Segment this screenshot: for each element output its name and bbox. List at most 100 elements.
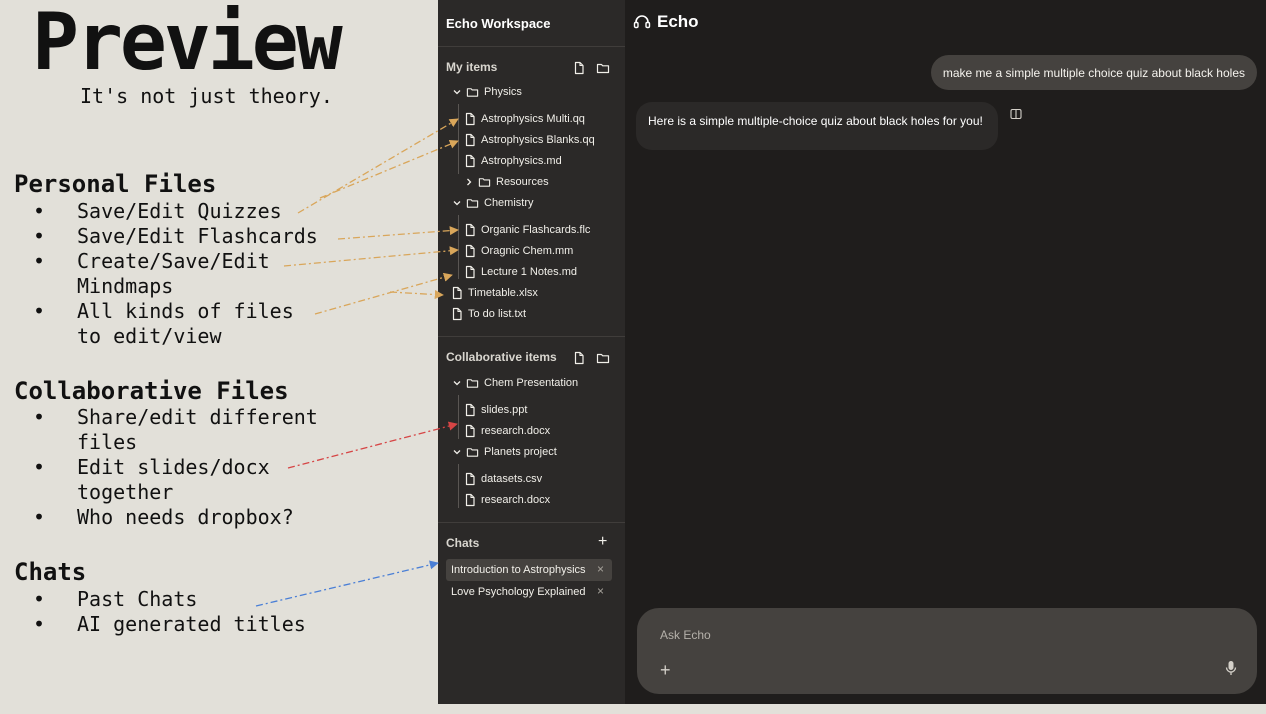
file-research-docx-planets[interactable]: research.docx <box>464 491 550 509</box>
bullet-item: Edit slides/docx together <box>30 455 277 505</box>
chevron-down-icon <box>452 198 462 208</box>
assistant-message-bubble: Here is a simple multiple-choice quiz ab… <box>636 102 998 150</box>
chevron-down-icon <box>452 87 462 97</box>
file-label: Astrophysics Multi.qq <box>481 113 585 125</box>
new-file-icon[interactable] <box>572 61 586 75</box>
file-icon <box>464 424 476 438</box>
close-icon[interactable]: × <box>597 584 604 598</box>
new-folder-icon[interactable] <box>596 61 610 75</box>
file-research-docx[interactable]: research.docx <box>464 422 550 440</box>
app-brand: Echo <box>633 12 699 32</box>
new-file-icon[interactable] <box>572 351 586 365</box>
slide-text-panel: Preview It's not just theory. Personal F… <box>0 0 438 714</box>
folder-icon <box>466 197 479 209</box>
file-icon <box>464 493 476 507</box>
file-label: Astrophysics Blanks.qq <box>481 134 595 146</box>
file-label: To do list.txt <box>468 308 527 320</box>
folder-resources[interactable]: Resources <box>464 173 549 191</box>
close-icon[interactable]: × <box>597 562 604 576</box>
new-folder-icon[interactable] <box>596 351 610 365</box>
file-todo-list[interactable]: To do list.txt <box>451 305 526 323</box>
microphone-icon[interactable] <box>1225 660 1237 676</box>
file-icon <box>464 403 476 417</box>
divider <box>438 522 625 523</box>
file-astrophysics-blanks[interactable]: Astrophysics Blanks.qq <box>464 131 595 149</box>
attach-plus-button[interactable]: + <box>660 660 671 681</box>
file-label: Oragnic Chem.mm <box>481 245 574 257</box>
file-icon <box>464 244 476 258</box>
folder-chem-presentation[interactable]: Chem Presentation <box>452 374 578 392</box>
chat-item-love-psychology[interactable]: Love Psychology Explained × <box>446 581 612 603</box>
bullet-item: Create/Save/Edit Mindmaps <box>30 249 277 299</box>
user-message-text: make me a simple multiple choice quiz ab… <box>942 65 1245 80</box>
my-items-heading: My items <box>446 60 498 74</box>
folder-planets-project[interactable]: Planets project <box>452 443 557 461</box>
chat-item-introduction-to-astrophysics[interactable]: Introduction to Astrophysics × <box>446 559 612 581</box>
file-slides[interactable]: slides.ppt <box>464 401 527 419</box>
chat-composer: Ask Echo + <box>637 608 1257 694</box>
file-astrophysics-multi[interactable]: Astrophysics Multi.qq <box>464 110 585 128</box>
folder-label: Planets project <box>484 446 557 458</box>
chats-heading: Chats <box>446 536 480 550</box>
chat-title: Love Psychology Explained <box>451 586 586 598</box>
file-label: datasets.csv <box>481 473 543 485</box>
workspace-sidebar: Echo Workspace My items Physics Astrophy… <box>438 0 626 704</box>
bullet-item: Save/Edit Flashcards <box>30 224 318 249</box>
bullet-list-personal-files: Save/Edit Quizzes Save/Edit Flashcards C… <box>30 199 318 349</box>
bullet-item: All kinds of files to edit/view <box>30 299 297 349</box>
file-lecture-notes[interactable]: Lecture 1 Notes.md <box>464 263 577 281</box>
tree-guide <box>458 215 459 279</box>
file-icon <box>464 133 476 147</box>
bullet-item: Who needs dropbox? <box>30 505 327 530</box>
file-organic-chem-mindmap[interactable]: Oragnic Chem.mm <box>464 242 573 260</box>
section-heading-chats: Chats <box>14 558 87 586</box>
file-timetable[interactable]: Timetable.xlsx <box>451 284 538 302</box>
section-heading-collaborative-files: Collaborative Files <box>14 377 289 405</box>
panel-toggle-icon[interactable] <box>1010 108 1022 120</box>
assistant-message-text: Here is a simple multiple-choice quiz ab… <box>648 114 983 128</box>
section-heading-personal-files: Personal Files <box>14 170 217 198</box>
add-chat-button[interactable]: + <box>598 533 607 551</box>
message-input[interactable]: Ask Echo <box>660 628 711 642</box>
divider <box>438 46 625 47</box>
chat-main-panel: Echo make me a simple multiple choice qu… <box>625 0 1266 704</box>
file-label: Astrophysics.md <box>481 155 562 167</box>
folder-physics[interactable]: Physics <box>452 83 522 101</box>
bullet-list-collaborative-files: Share/edit different files Edit slides/d… <box>30 405 327 530</box>
file-icon <box>451 286 463 300</box>
chat-title: Introduction to Astrophysics <box>451 564 586 576</box>
file-datasets[interactable]: datasets.csv <box>464 470 542 488</box>
folder-icon <box>478 176 491 188</box>
file-icon <box>464 112 476 126</box>
tree-guide <box>458 395 459 439</box>
folder-chemistry[interactable]: Chemistry <box>452 194 534 212</box>
file-icon <box>464 154 476 168</box>
workspace-title: Echo Workspace <box>446 16 551 31</box>
tree-guide <box>458 104 459 174</box>
file-label: slides.ppt <box>481 404 528 416</box>
file-organic-flashcards[interactable]: Organic Flashcards.flc <box>464 221 590 239</box>
bullet-item: Past Chats <box>30 587 306 612</box>
chevron-down-icon <box>452 378 462 388</box>
folder-label: Chem Presentation <box>484 377 579 389</box>
bullet-list-chats: Past Chats AI generated titles <box>30 587 306 637</box>
folder-label: Chemistry <box>484 197 534 209</box>
file-label: Organic Flashcards.flc <box>481 224 591 236</box>
file-icon <box>451 307 463 321</box>
app-name: Echo <box>657 12 699 31</box>
folder-icon <box>466 86 479 98</box>
slide-bottom-strip <box>438 704 1266 714</box>
file-label: Lecture 1 Notes.md <box>481 266 577 278</box>
collaborative-items-heading: Collaborative items <box>446 350 557 364</box>
folder-icon <box>466 446 479 458</box>
chevron-down-icon <box>452 447 462 457</box>
file-astrophysics-md[interactable]: Astrophysics.md <box>464 152 562 170</box>
file-label: research.docx <box>481 494 551 506</box>
folder-label: Physics <box>484 86 522 98</box>
file-icon <box>464 223 476 237</box>
slide-subtitle: It's not just theory. <box>80 84 333 108</box>
headset-icon <box>633 15 651 29</box>
file-icon <box>464 265 476 279</box>
bullet-item: AI generated titles <box>30 612 306 637</box>
divider <box>438 336 625 337</box>
